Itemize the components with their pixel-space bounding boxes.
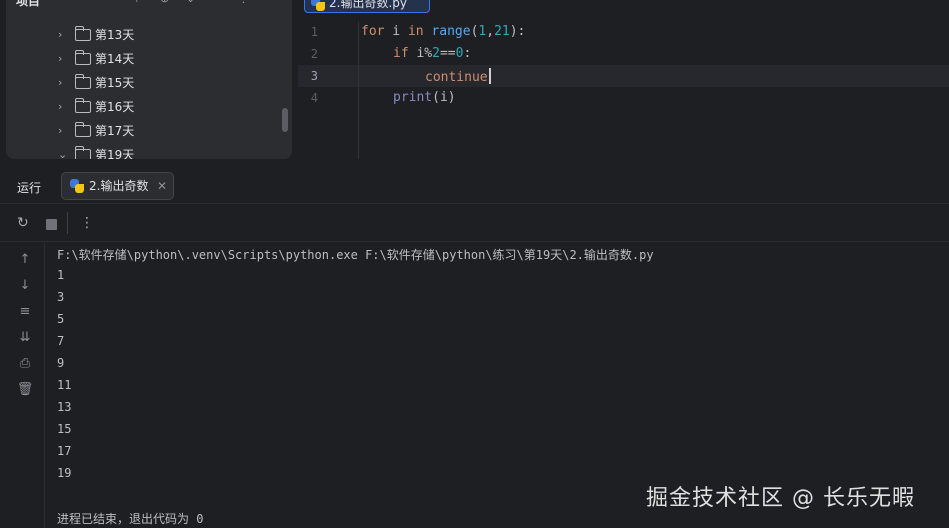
line-number: 2 [310, 47, 318, 61]
console-line: 19 [57, 466, 72, 480]
chevron-right-icon[interactable]: › [58, 72, 62, 94]
code-token: continue [425, 70, 488, 85]
console-line: 3 [57, 290, 65, 304]
code-token: : [463, 46, 472, 61]
code-token: in [407, 24, 424, 39]
line-number: 4 [310, 91, 318, 105]
collapse-icon[interactable]: ⊤ [132, 0, 142, 5]
more-icon[interactable]: ⋮ [80, 214, 94, 232]
minimize-icon[interactable]: − [264, 0, 273, 5]
code-line-1[interactable]: for i in range(1,21): [361, 24, 525, 39]
folder-icon [74, 26, 91, 41]
folder-label: 第15天 [95, 76, 135, 90]
folder-icon [74, 50, 91, 65]
text-caret [488, 68, 491, 84]
console-scrollbar[interactable] [941, 242, 949, 528]
code-token: == [439, 46, 456, 61]
console-line: 7 [57, 334, 65, 348]
console-command: F:\软件存储\python\.venv\Scripts\python.exe … [57, 248, 654, 262]
watermark: 掘金技术社区 @ 长乐无暇 [646, 486, 915, 511]
arrow-down-icon[interactable]: ↓ [16, 278, 34, 293]
code-token: print [393, 90, 433, 105]
locate-icon[interactable]: ⊕ [160, 0, 169, 5]
code-token: 2 [432, 46, 440, 61]
folder-label: 第17天 [95, 124, 135, 138]
chevron-right-icon[interactable]: › [58, 48, 62, 70]
code-token: i [384, 24, 408, 39]
python-file-icon [311, 0, 325, 11]
run-toolbar: ↻ ⋮ [0, 204, 949, 242]
folder-icon [74, 146, 91, 159]
gutter-separator [358, 22, 359, 159]
project-title[interactable]: 项目 [16, 0, 40, 9]
chevron-down-icon[interactable]: ⌄ [58, 144, 67, 159]
code-token: range [431, 24, 471, 39]
tree-folder-day19[interactable]: ⌄ 第19天 [6, 144, 292, 159]
console-line: 15 [57, 422, 72, 436]
stop-icon[interactable] [46, 219, 57, 230]
chevron-right-icon[interactable]: › [58, 120, 62, 142]
scroll-to-end-icon[interactable]: ⇊ [16, 330, 34, 345]
chevron-right-icon[interactable]: › [58, 96, 62, 118]
console-line: 9 [57, 356, 65, 370]
run-header: 运行 2.输出奇数 ✕ [0, 166, 949, 204]
expand-all-icon[interactable]: ⌄ [186, 0, 195, 5]
code-token: ): [509, 24, 526, 39]
more-icon[interactable]: ⋮ [238, 0, 249, 5]
run-tab-label: 2.输出奇数 [89, 179, 149, 193]
tree-folder-day15[interactable]: › 第15天 [6, 72, 292, 94]
rerun-icon[interactable]: ↻ [17, 214, 29, 232]
folder-label: 第14天 [95, 52, 135, 66]
code-token: (i) [432, 90, 456, 105]
code-token: , [486, 24, 495, 39]
python-file-icon [70, 179, 84, 193]
run-config-tab[interactable]: 2.输出奇数 ✕ [61, 172, 174, 200]
tree-folder-day17[interactable]: › 第17天 [6, 120, 292, 142]
folder-label: 第16天 [95, 100, 135, 114]
soft-wrap-icon[interactable]: ≡ [16, 304, 34, 319]
console-line: 13 [57, 400, 72, 414]
run-tool-window: 运行 2.输出奇数 ✕ ↻ ⋮ ↑ ↓ ≡ ⇊ ⎙ 🗑 F:\软件存储\pyth… [0, 166, 949, 528]
project-scrollbar[interactable] [282, 108, 288, 132]
console-line: 5 [57, 312, 65, 326]
chevron-right-icon[interactable]: › [58, 24, 62, 46]
code-token: 21 [494, 24, 510, 39]
code-token: for [361, 24, 385, 39]
line-number: 3 [310, 69, 318, 83]
console-line: 11 [57, 378, 72, 392]
tree-folder-day13[interactable]: › 第13天 [6, 24, 292, 46]
folder-label: 第13天 [95, 28, 135, 42]
tree-folder-day16[interactable]: › 第16天 [6, 96, 292, 118]
collapse-all-icon[interactable]: ⌃ [212, 0, 221, 5]
chevron-down-icon[interactable]: ⌄ [48, 0, 56, 3]
line-number: 1 [310, 25, 318, 39]
console-side-toolbar: ↑ ↓ ≡ ⇊ ⎙ 🗑 [0, 242, 45, 528]
current-line-highlight [298, 65, 949, 87]
folder-icon [74, 74, 91, 89]
folder-label: 第19天 [95, 148, 135, 159]
console-line: 17 [57, 444, 72, 458]
code-line-2[interactable]: if i%2==0: [393, 46, 471, 61]
code-editor[interactable]: 2.输出奇数.py 1 2 3 4 for i in range(1,21): … [298, 0, 949, 159]
editor-tab-active[interactable]: 2.输出奇数.py [304, 0, 430, 13]
code-line-3[interactable]: continue [425, 68, 491, 85]
code-token: if [393, 46, 409, 61]
print-icon[interactable]: ⎙ [16, 356, 34, 371]
tree-folder-day14[interactable]: › 第14天 [6, 48, 292, 70]
folder-icon [74, 98, 91, 113]
arrow-up-icon[interactable]: ↑ [16, 252, 34, 267]
folder-icon [74, 122, 91, 137]
project-header: 项目 ⌄ ⊤ ⊕ ⌄ ⌃ ⋮ − [6, 0, 292, 10]
toolbar-divider [67, 212, 68, 234]
project-panel: 项目 ⌄ ⊤ ⊕ ⌄ ⌃ ⋮ − › 第13天 › 第14天 › 第15天 › … [6, 0, 292, 159]
run-title: 运行 [17, 181, 42, 195]
console-exit-message: 进程已结束，退出代码为 0 [57, 512, 204, 526]
code-line-4[interactable]: print(i) [393, 90, 456, 105]
editor-tab-label: 2.输出奇数.py [329, 0, 407, 10]
console-line: 1 [57, 268, 65, 282]
trash-icon[interactable]: 🗑 [16, 382, 34, 397]
close-icon[interactable]: ✕ [157, 173, 167, 199]
code-token: i% [408, 46, 433, 61]
